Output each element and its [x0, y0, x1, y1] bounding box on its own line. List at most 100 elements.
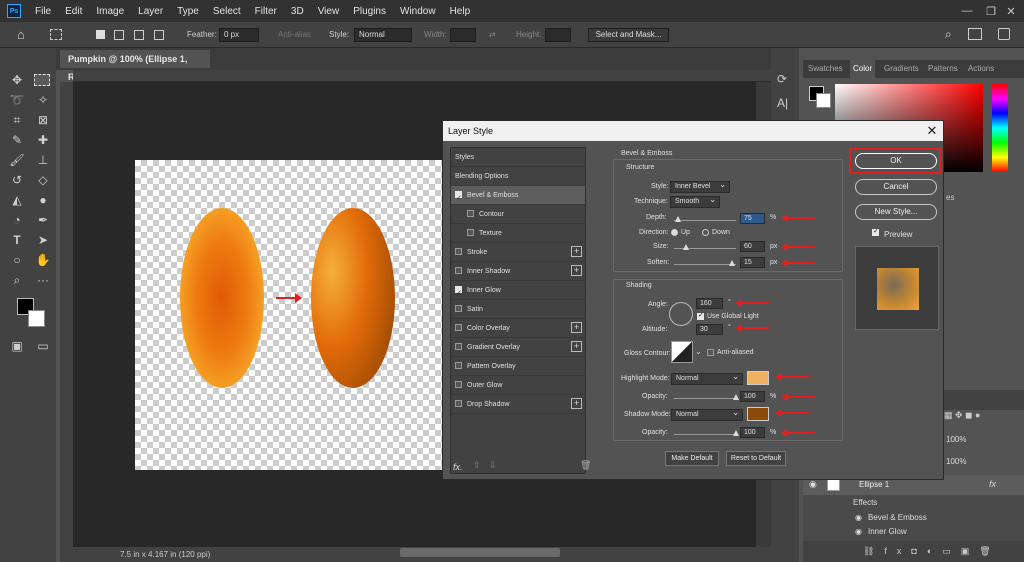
shadow-mode-select[interactable]: Normal: [671, 408, 743, 421]
soften-input[interactable]: 15: [740, 257, 765, 268]
gloss-contour-picker[interactable]: [671, 341, 693, 363]
pen-tool-icon[interactable]: ✒: [34, 212, 52, 228]
eraser-icon[interactable]: ◇: [34, 172, 52, 188]
soften-slider[interactable]: [674, 260, 736, 266]
layer-name[interactable]: Ellipse 1: [859, 480, 889, 489]
new-selection-icon[interactable]: [96, 30, 105, 39]
hand-tool-icon[interactable]: ✋: [34, 252, 52, 268]
direction-down-radio[interactable]: [702, 229, 709, 236]
style-checkbox[interactable]: [455, 189, 462, 208]
healing-brush-icon[interactable]: ✚: [34, 132, 52, 148]
angle-input[interactable]: 160: [696, 298, 723, 309]
effect-eye-icon[interactable]: ◉: [855, 513, 862, 522]
make-default-button[interactable]: Make Default: [665, 451, 719, 466]
document-canvas[interactable]: [135, 160, 444, 470]
workspace-icon[interactable]: [968, 28, 982, 40]
menu-edit[interactable]: Edit: [65, 6, 82, 17]
feather-input[interactable]: 0 px: [219, 28, 259, 42]
quick-mask-icon[interactable]: ▣: [8, 338, 26, 354]
antialias-label[interactable]: Anti-alias: [278, 28, 311, 42]
tab-actions[interactable]: Actions: [968, 60, 994, 78]
menu-select[interactable]: Select: [213, 6, 241, 17]
highlight-opacity-input[interactable]: 100: [740, 391, 765, 402]
style-item[interactable]: Color Overlay +: [451, 319, 585, 338]
layers-footer-icons[interactable]: ⛓fx◘◐▭▣🗑︎: [803, 541, 1024, 562]
swap-icon[interactable]: ⇄: [489, 28, 496, 42]
marquee-preset-icon[interactable]: [50, 29, 62, 40]
rectangular-marquee-icon[interactable]: [34, 74, 50, 86]
frame-tool-icon[interactable]: ⊠: [34, 112, 52, 128]
fx-icon[interactable]: fx: [989, 479, 996, 489]
add-selection-icon[interactable]: [114, 30, 124, 40]
direction-up-radio[interactable]: [671, 229, 678, 236]
style-item[interactable]: Inner Shadow +: [451, 262, 585, 281]
menu-layer[interactable]: Layer: [138, 6, 163, 17]
move-tool-icon[interactable]: ✥: [8, 72, 26, 88]
style-checkbox[interactable]: [455, 324, 462, 331]
direction-down-label[interactable]: Down: [712, 229, 730, 236]
style-item[interactable]: Pattern Overlay: [451, 357, 585, 376]
menu-view[interactable]: View: [318, 6, 340, 17]
style-item[interactable]: Outer Glow: [451, 376, 585, 395]
altitude-input[interactable]: 30: [696, 324, 723, 335]
preview-checkbox[interactable]: [872, 227, 879, 236]
visibility-eye-icon[interactable]: ◉: [809, 479, 817, 490]
fx-menu-icon[interactable]: fx.: [453, 462, 463, 472]
opacity-value[interactable]: 100%: [946, 435, 966, 444]
brush-tool-icon[interactable]: 🖌︎: [8, 152, 26, 168]
ellipse-tool-icon[interactable]: ○: [8, 252, 26, 268]
shadow-opacity-slider[interactable]: [674, 430, 739, 436]
home-icon[interactable]: ⌂: [17, 27, 33, 43]
intersect-selection-icon[interactable]: [154, 30, 164, 40]
background-color-swatch[interactable]: [28, 310, 45, 327]
global-light-checkbox[interactable]: [697, 311, 704, 320]
anti-aliased-checkbox[interactable]: [707, 349, 714, 356]
style-select[interactable]: Normal: [354, 28, 412, 42]
menu-3d[interactable]: 3D: [291, 6, 304, 17]
width-input[interactable]: [450, 28, 476, 42]
cancel-button[interactable]: Cancel: [855, 179, 937, 195]
size-input[interactable]: 60: [740, 241, 765, 252]
style-checkbox[interactable]: [455, 305, 462, 312]
select-and-mask-button[interactable]: Select and Mask...: [588, 28, 669, 42]
history-brush-icon[interactable]: ↺: [8, 172, 26, 188]
tab-swatches[interactable]: Swatches: [808, 60, 843, 78]
direction-up-label[interactable]: Up: [681, 229, 690, 236]
ok-button[interactable]: OK: [855, 153, 937, 169]
effect-inner-glow[interactable]: Inner Glow: [868, 527, 907, 536]
style-item[interactable]: Stroke +: [451, 243, 585, 262]
path-selection-icon[interactable]: ➤: [34, 232, 52, 248]
effect-eye-icon[interactable]: ◉: [855, 527, 862, 536]
trash-icon[interactable]: 🗑︎: [580, 460, 591, 471]
lasso-tool-icon[interactable]: ➰: [8, 92, 26, 108]
character-panel-icon[interactable]: A|: [777, 96, 788, 110]
hue-slider[interactable]: [992, 84, 1008, 172]
screen-mode-icon[interactable]: ▭: [34, 338, 52, 354]
crop-tool-icon[interactable]: ⌗: [8, 112, 26, 128]
magic-wand-icon[interactable]: ✧: [34, 92, 52, 108]
clone-stamp-icon[interactable]: ⊥: [34, 152, 52, 168]
history-panel-icon[interactable]: ⟳: [777, 72, 787, 86]
panel-background-swatch[interactable]: [816, 93, 831, 108]
style-checkbox[interactable]: [467, 229, 474, 236]
tab-color[interactable]: Color: [850, 60, 876, 78]
style-item[interactable]: Styles: [451, 148, 585, 167]
bevel-style-select[interactable]: Inner Bevel: [670, 180, 730, 193]
search-icon[interactable]: ⌕: [945, 27, 952, 42]
style-item[interactable]: Bevel & Emboss: [451, 186, 585, 208]
tab-gradients[interactable]: Gradients: [884, 60, 919, 78]
style-item[interactable]: Inner Glow: [451, 281, 585, 303]
add-style-icon[interactable]: +: [571, 322, 582, 333]
style-item[interactable]: Texture: [451, 224, 585, 243]
menu-type[interactable]: Type: [177, 6, 199, 17]
anti-aliased-label[interactable]: Anti-aliased: [717, 349, 754, 356]
document-tab[interactable]: Pumpkin @ 100% (Ellipse 1, RGB/8) *: [60, 50, 210, 82]
global-light-label[interactable]: Use Global Light: [707, 313, 759, 320]
depth-slider[interactable]: [674, 216, 736, 222]
paint-bucket-icon[interactable]: ◭: [8, 192, 26, 208]
highlight-mode-select[interactable]: Normal: [671, 372, 743, 385]
style-item[interactable]: Gradient Overlay +: [451, 338, 585, 357]
fill-value[interactable]: 100%: [946, 457, 966, 466]
move-down-icon[interactable]: ⇩: [489, 460, 497, 471]
style-checkbox[interactable]: [455, 267, 462, 274]
